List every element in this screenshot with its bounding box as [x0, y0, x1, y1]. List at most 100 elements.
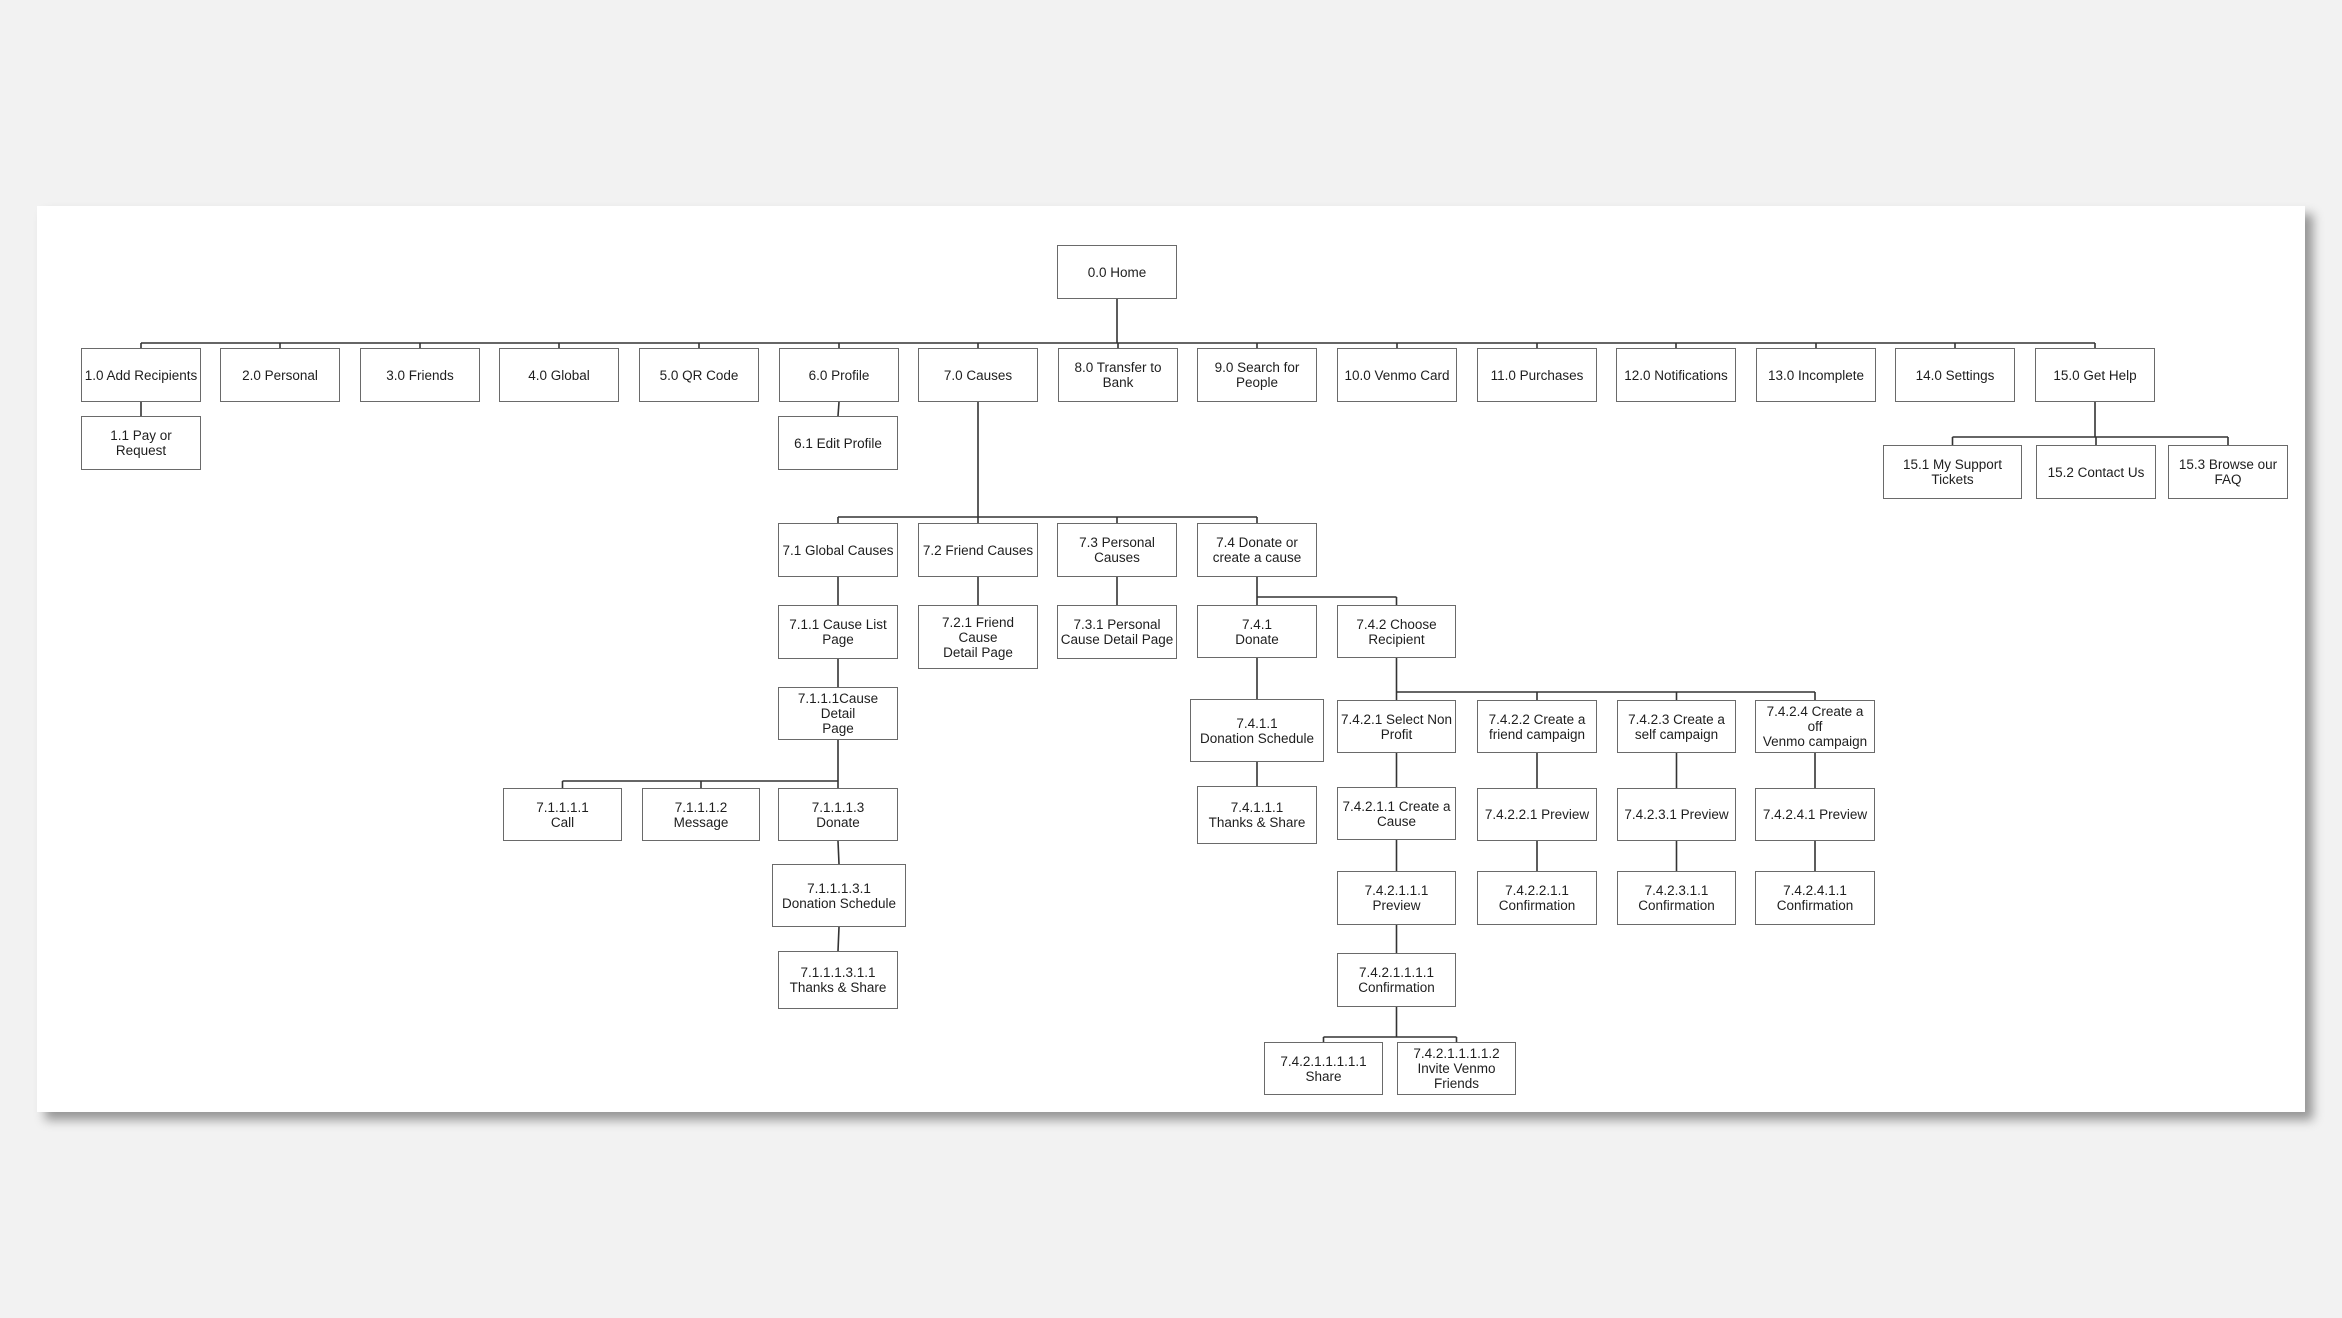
node-label: 4.0 Global	[528, 367, 590, 383]
node-label: 14.0 Settings	[1915, 367, 1995, 383]
node-7-4-2-1-1-1[interactable]: 7.4.2.1.1.1 Preview	[1337, 871, 1456, 925]
node-label: 15.2 Contact Us	[2047, 464, 2145, 480]
node-label: 3.0 Friends	[386, 367, 454, 383]
node-15-0[interactable]: 15.0 Get Help	[2035, 348, 2155, 402]
node-7-4-2-4[interactable]: 7.4.2.4 Create a off Venmo campaign	[1755, 700, 1875, 753]
node-7-1-1-1-2[interactable]: 7.1.1.1.2 Message	[642, 788, 760, 841]
node-7-1-1[interactable]: 7.1.1 Cause List Page	[778, 605, 898, 659]
node-7-4-2-1[interactable]: 7.4.2.1 Select Non Profit	[1337, 700, 1456, 753]
node-7-1-1-1[interactable]: 7.1.1.1Cause Detail Page	[778, 687, 898, 740]
node-label: 7.4.2.1.1.1.1.2 Invite Venmo Friends	[1413, 1046, 1500, 1091]
node-7-3[interactable]: 7.3 Personal Causes	[1057, 523, 1177, 577]
node-label: 7.1.1.1Cause Detail Page	[797, 691, 879, 736]
node-label: 7.4.2.1.1.1.1 Confirmation	[1358, 965, 1435, 995]
node-7-4-2-4-1-1[interactable]: 7.4.2.4.1.1 Confirmation	[1755, 871, 1875, 925]
node-7-1-1-1-3[interactable]: 7.1.1.1.3 Donate	[778, 788, 898, 841]
node-6-0[interactable]: 6.0 Profile	[779, 348, 899, 402]
node-label: 9.0 Search for People	[1214, 360, 1300, 390]
node-label: 15.3 Browse our FAQ	[2178, 457, 2278, 487]
node-7-4-1-1[interactable]: 7.4.1.1 Donation Schedule	[1190, 699, 1324, 762]
node-7-4-1-1-1[interactable]: 7.4.1.1.1 Thanks & Share	[1197, 786, 1317, 844]
node-label: 6.0 Profile	[808, 367, 870, 383]
node-7-4-1[interactable]: 7.4.1 Donate	[1197, 605, 1317, 658]
node-15-3[interactable]: 15.3 Browse our FAQ	[2168, 445, 2288, 499]
node-7-4-2-1-1[interactable]: 7.4.2.1.1 Create a Cause	[1337, 787, 1456, 840]
node-label: 7.4.2.1 Select Non Profit	[1340, 711, 1453, 742]
node-1-1[interactable]: 1.1 Pay or Request	[81, 416, 201, 470]
node-14-0[interactable]: 14.0 Settings	[1895, 348, 2015, 402]
node-7-4-2-2-1[interactable]: 7.4.2.2.1 Preview	[1477, 788, 1597, 841]
node-1-0[interactable]: 1.0 Add Recipients	[81, 348, 201, 402]
node-label: 12.0 Notifications	[1624, 367, 1728, 383]
node-label: 2.0 Personal	[242, 367, 318, 383]
node-label: 7.4.2.4.1 Preview	[1762, 807, 1868, 822]
node-label: 0.0 Home	[1087, 264, 1147, 280]
node-label: 7.1.1.1.1 Call	[536, 799, 589, 830]
node-label: 15.0 Get Help	[2053, 367, 2137, 383]
node-label: 7.4.1.1.1 Thanks & Share	[1208, 800, 1306, 830]
node-label: 13.0 Incomplete	[1767, 367, 1865, 383]
node-7-4-2-3[interactable]: 7.4.2.3 Create a self campaign	[1617, 700, 1736, 753]
node-2-0[interactable]: 2.0 Personal	[220, 348, 340, 402]
node-label: 8.0 Transfer to Bank	[1074, 360, 1162, 390]
node-label: 7.2 Friend Causes	[922, 542, 1034, 558]
node-0-0[interactable]: 0.0 Home	[1057, 245, 1177, 299]
node-9-0[interactable]: 9.0 Search for People	[1197, 348, 1317, 402]
node-label: 7.4.2.1.1.1 Preview	[1364, 883, 1429, 913]
node-label: 7.4.2.2.1 Preview	[1484, 807, 1590, 822]
node-label: 7.3 Personal Causes	[1079, 535, 1155, 565]
node-label: 7.4.2.4 Create a off Venmo campaign	[1762, 704, 1868, 749]
node-label: 7.4.2.3.1 Preview	[1624, 807, 1729, 822]
node-label: 7.1.1.1.3.1.1 Thanks & Share	[789, 965, 887, 995]
node-label: 6.1 Edit Profile	[794, 435, 882, 451]
node-13-0[interactable]: 13.0 Incomplete	[1756, 348, 1876, 402]
node-label: 1.1 Pay or Request	[110, 428, 172, 458]
node-7-4-2-1-1-1-1-2[interactable]: 7.4.2.1.1.1.1.2 Invite Venmo Friends	[1397, 1042, 1516, 1095]
node-label: 7.4.2.1.1.1.1.1 Share	[1280, 1053, 1367, 1084]
node-7-1-1-1-1[interactable]: 7.1.1.1.1 Call	[503, 788, 622, 841]
node-label: 7.4.2.1.1 Create a Cause	[1342, 798, 1451, 829]
node-label: 7.4.1 Donate	[1235, 616, 1279, 647]
node-7-4-2-1-1-1-1-1[interactable]: 7.4.2.1.1.1.1.1 Share	[1264, 1042, 1383, 1095]
node-7-1-1-1-3-1-1[interactable]: 7.1.1.1.3.1.1 Thanks & Share	[778, 951, 898, 1009]
node-label: 7.0 Causes	[943, 367, 1013, 383]
node-7-4-2-4-1[interactable]: 7.4.2.4.1 Preview	[1755, 788, 1875, 841]
node-7-4-2-2[interactable]: 7.4.2.2 Create a friend campaign	[1477, 700, 1597, 753]
node-label: 7.1.1 Cause List Page	[789, 617, 887, 647]
node-label: 7.1.1.1.3.1 Donation Schedule	[781, 880, 897, 911]
node-7-0[interactable]: 7.0 Causes	[918, 348, 1038, 402]
node-4-0[interactable]: 4.0 Global	[499, 348, 619, 402]
node-label: 7.3.1 Personal Cause Detail Page	[1060, 617, 1174, 647]
node-7-1[interactable]: 7.1 Global Causes	[778, 523, 898, 577]
node-15-2[interactable]: 15.2 Contact Us	[2036, 445, 2156, 499]
node-label: 7.4 Donate or create a cause	[1212, 535, 1302, 565]
node-11-0[interactable]: 11.0 Purchases	[1477, 348, 1597, 402]
node-3-0[interactable]: 3.0 Friends	[360, 348, 480, 402]
node-8-0[interactable]: 8.0 Transfer to Bank	[1058, 348, 1178, 402]
node-label: 7.4.2.3 Create a self campaign	[1628, 711, 1725, 742]
node-label: 5.0 QR Code	[659, 367, 739, 383]
node-label: 10.0 Venmo Card	[1344, 367, 1450, 383]
node-7-4-2[interactable]: 7.4.2 Choose Recipient	[1337, 605, 1456, 658]
node-7-1-1-1-3-1[interactable]: 7.1.1.1.3.1 Donation Schedule	[772, 864, 906, 927]
node-7-2-1[interactable]: 7.2.1 Friend Cause Detail Page	[918, 605, 1038, 669]
node-6-1[interactable]: 6.1 Edit Profile	[778, 416, 898, 470]
node-label: 1.0 Add Recipients	[84, 367, 198, 383]
node-12-0[interactable]: 12.0 Notifications	[1616, 348, 1736, 402]
node-7-4-2-3-1[interactable]: 7.4.2.3.1 Preview	[1617, 788, 1736, 841]
node-label: 11.0 Purchases	[1490, 367, 1584, 383]
node-7-4-2-3-1-1[interactable]: 7.4.2.3.1.1 Confirmation	[1617, 871, 1736, 925]
node-7-2[interactable]: 7.2 Friend Causes	[918, 523, 1038, 577]
node-7-4[interactable]: 7.4 Donate or create a cause	[1197, 523, 1317, 577]
node-15-1[interactable]: 15.1 My Support Tickets	[1883, 445, 2022, 499]
node-7-4-2-2-1-1[interactable]: 7.4.2.2.1.1 Confirmation	[1477, 871, 1597, 925]
diagram-canvas	[37, 206, 2305, 1112]
node-label: 7.1 Global Causes	[782, 542, 894, 558]
node-label: 7.4.1.1 Donation Schedule	[1199, 715, 1315, 746]
node-label: 7.4.2.3.1.1 Confirmation	[1638, 883, 1715, 913]
node-7-4-2-1-1-1-1[interactable]: 7.4.2.1.1.1.1 Confirmation	[1337, 953, 1456, 1007]
node-10-0[interactable]: 10.0 Venmo Card	[1337, 348, 1457, 402]
node-7-3-1[interactable]: 7.3.1 Personal Cause Detail Page	[1057, 605, 1177, 659]
node-label: 7.4.2.2.1.1 Confirmation	[1498, 883, 1576, 913]
node-5-0[interactable]: 5.0 QR Code	[639, 348, 759, 402]
